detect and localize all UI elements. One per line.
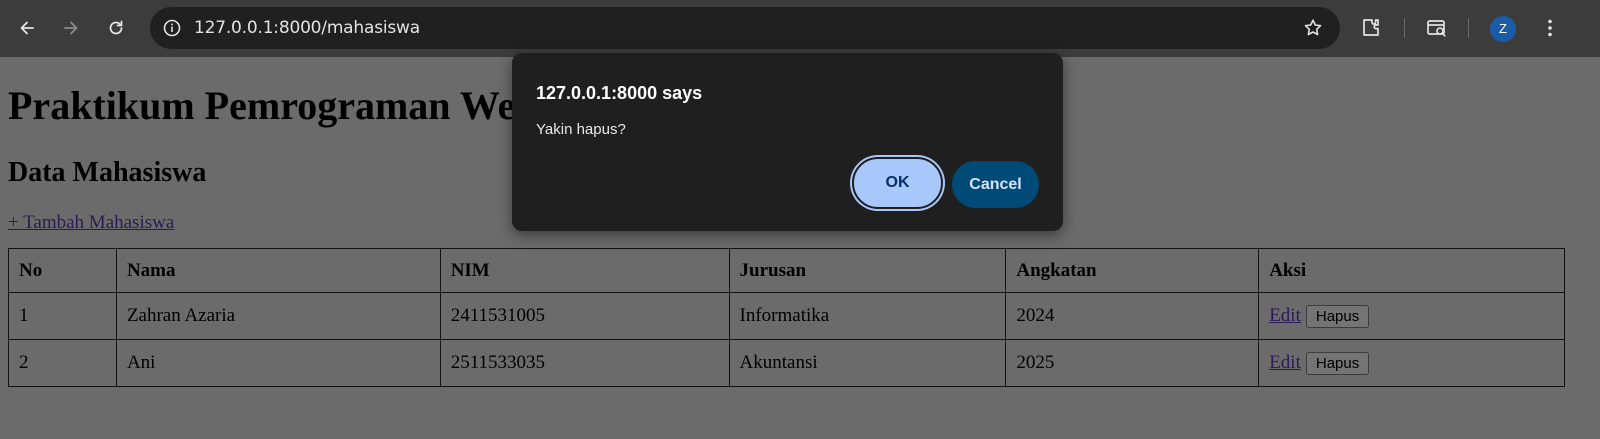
cancel-button[interactable]: Cancel: [952, 161, 1039, 208]
info-icon[interactable]: [162, 18, 182, 38]
cell-jurusan: Informatika: [728, 292, 1007, 340]
menu-icon[interactable]: [1538, 16, 1562, 40]
delete-button[interactable]: Hapus: [1305, 351, 1370, 375]
reload-icon: [109, 20, 123, 35]
delete-button[interactable]: Hapus: [1305, 304, 1370, 328]
cell-no: 1: [8, 292, 117, 340]
dialog-title: 127.0.0.1:8000 says: [536, 83, 703, 103]
ok-button[interactable]: OK: [852, 157, 943, 209]
dialog-message: Yakin hapus?: [536, 121, 626, 138]
table-row: 1 Zahran Azaria 2411531005 Informatika 2…: [8, 292, 1565, 340]
cell-aksi: Edit Hapus: [1258, 339, 1565, 387]
toolbar-separator: [1404, 18, 1405, 38]
add-student-link[interactable]: + Tambah Mahasiswa: [8, 212, 174, 234]
forward-button[interactable]: [55, 12, 87, 44]
column-header-jurusan: Jurusan: [728, 248, 1007, 293]
confirm-dialog: 127.0.0.1:8000 says Yakin hapus? OK Canc…: [512, 53, 1063, 231]
extensions-icon[interactable]: [1359, 16, 1383, 40]
back-button[interactable]: [11, 12, 43, 44]
profile-avatar[interactable]: Z: [1490, 16, 1516, 42]
cell-aksi: Edit Hapus: [1258, 292, 1565, 340]
cell-nama: Zahran Azaria: [115, 292, 441, 340]
forward-icon: [64, 21, 78, 35]
column-header-no: No: [8, 248, 117, 293]
column-header-nama: Nama: [115, 248, 441, 293]
cell-angkatan: 2025: [1005, 339, 1260, 387]
page-heading: Praktikum Pemrograman Web: [8, 83, 538, 128]
cell-nim: 2411531005: [439, 292, 730, 340]
address-bar[interactable]: 127.0.0.1:8000/mahasiswa: [150, 7, 1340, 49]
edit-link[interactable]: Edit: [1269, 305, 1301, 326]
cell-nim: 2511533035: [439, 339, 730, 387]
column-header-aksi: Aksi: [1258, 248, 1565, 293]
browser-toolbar: 127.0.0.1:8000/mahasiswa Z: [0, 0, 1600, 57]
table-row: 2 Ani 2511533035 Akuntansi 2025 Edit Hapu…: [8, 339, 1565, 387]
cell-nama: Ani: [115, 339, 441, 387]
edit-link[interactable]: Edit: [1269, 352, 1301, 373]
student-table: No Nama NIM Jurusan Angkatan Aksi 1 Zahr…: [8, 248, 1565, 387]
cell-angkatan: 2024: [1005, 292, 1260, 340]
table-header-row: No Nama NIM Jurusan Angkatan Aksi: [8, 248, 1565, 293]
back-icon: [20, 21, 34, 35]
cell-jurusan: Akuntansi: [728, 339, 1007, 387]
cell-no: 2: [8, 339, 117, 387]
column-header-angkatan: Angkatan: [1005, 248, 1260, 293]
column-header-nim: NIM: [439, 248, 730, 293]
star-icon[interactable]: [1302, 17, 1324, 39]
tab-search-icon[interactable]: [1425, 16, 1449, 40]
url-text[interactable]: 127.0.0.1:8000/mahasiswa: [194, 18, 420, 38]
toolbar-separator: [1468, 18, 1469, 38]
page-subheading: Data Mahasiswa: [8, 157, 207, 188]
reload-button[interactable]: [100, 12, 132, 44]
